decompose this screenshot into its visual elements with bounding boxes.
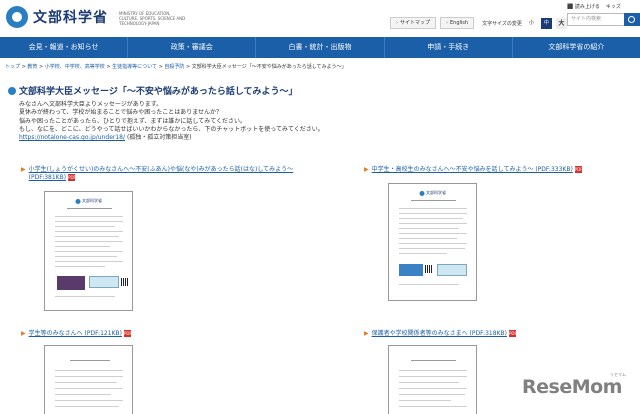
breadcrumb-current: 文部科学大臣メッセージ「～不安や悩みがあったら話してみよう～」 — [191, 64, 347, 70]
chatbot-link-note: (孤独・孤立対策担当室) — [126, 134, 192, 142]
intro-line: もし、なにを、どこに、どうやって話せばいいかわからなかったら、下のチャットボット… — [19, 125, 324, 133]
read-aloud-link[interactable]: ⬛ 読み上げる — [567, 3, 600, 10]
breadcrumb-guidance[interactable]: 生徒指導等について — [112, 64, 157, 70]
logo-subtitle: MINISTRY OF EDUCATION, CULTURE, SPORTS, … — [119, 11, 186, 26]
pdf-icon: PDF — [574, 166, 583, 173]
breadcrumb-top[interactable]: トップ — [5, 64, 20, 70]
logo-mark-icon — [6, 6, 28, 28]
pdf-icon: PDF — [68, 173, 76, 181]
document-label: 保護者や学校関係者等のみなさまへ (PDF:318KB) — [371, 330, 507, 337]
nav-about[interactable]: 文部科学省の紹介 — [513, 37, 640, 58]
intro-link-row: https://notalone-cas.go.jp/under18/ (孤独・… — [19, 134, 439, 142]
english-button[interactable]: › English — [440, 17, 475, 29]
intro-line: 悩みや困ったことがあったら、ひとりで抱えず、まずは誰かに話してみてください。 — [19, 117, 247, 125]
font-size-large-button[interactable]: 大 — [555, 17, 567, 29]
intro-line: 夏休みが終わって、学校が始まることで悩みや困ったことはありませんか？ — [19, 109, 223, 117]
thumbnail-logo: 文部科学省 — [75, 198, 102, 204]
document-link-parents[interactable]: ▶ 保護者や学校関係者等のみなさまへ (PDF:318KB) PDF — [364, 330, 634, 338]
search-input[interactable]: サイト内検索 — [567, 13, 625, 26]
nav-whitepaper[interactable]: 白書・統計・出版物 — [256, 37, 385, 58]
nav-policy[interactable]: 政策・審議会 — [128, 37, 257, 58]
arrow-right-icon: › — [396, 20, 398, 26]
search-button[interactable] — [624, 13, 640, 26]
logo-text: 文部科学省 — [33, 10, 108, 26]
document-link-students[interactable]: ▶ 学生等のみなさんへ (PDF:121KB) PDF — [21, 330, 241, 338]
pdf-icon: PDF — [123, 330, 132, 337]
document-link-elementary[interactable]: ▶ 小学生(しょうがくせい)のみなさんへ～不安(ふあん)や悩(なや)みがあったら… — [21, 166, 321, 181]
triangle-bullet-icon: ▶ — [364, 330, 369, 337]
chatbot-link[interactable]: https://notalone-cas.go.jp/under18/ — [19, 134, 125, 141]
document-thumbnail-parents[interactable] — [388, 345, 477, 414]
global-nav: 会見・報道・お知らせ 政策・審議会 白書・統計・出版物 申請・手続き 文部科学省… — [0, 37, 640, 58]
sitemap-button[interactable]: › サイトマップ — [390, 17, 437, 29]
document-thumbnail-elementary[interactable]: 文部科学省 — [44, 191, 133, 311]
document-thumbnail-students[interactable] — [44, 345, 133, 414]
pdf-icon: PDF — [508, 330, 517, 337]
english-label: English — [450, 20, 469, 26]
arrow-right-icon: › — [446, 20, 449, 26]
breadcrumb-suicide-prevention[interactable]: 自殺予防 — [164, 64, 184, 70]
nav-press[interactable]: 会見・報道・お知らせ — [0, 37, 129, 58]
header-links: › サイトマップ › English 文字サイズの変更 小 中 大 — [390, 17, 567, 29]
font-size-label: 文字サイズの変更 — [482, 20, 522, 27]
sitemap-label: サイトマップ — [400, 20, 431, 26]
top-links: ⬛ 読み上げる キッズ — [567, 3, 621, 10]
site-header: 文部科学省 MINISTRY OF EDUCATION, CULTURE, SP… — [0, 0, 640, 37]
document-thumbnail-junior-senior[interactable]: 文部科学省 — [388, 183, 477, 301]
font-size-medium-button[interactable]: 中 — [540, 17, 552, 29]
nav-application[interactable]: 申請・手続き — [385, 37, 513, 58]
thumbnail-logo: 文部科学省 — [419, 190, 446, 196]
intro-text: みなさんへ文部科学大臣よりメッセージがあります。 夏休みが終わって、学校が始まる… — [19, 101, 439, 142]
triangle-bullet-icon: ▶ — [364, 166, 369, 173]
triangle-bullet-icon: ▶ — [21, 166, 26, 173]
document-label: 学生等のみなさんへ (PDF:121KB) — [28, 330, 122, 337]
document-label: 中学生・高校生のみなさんへ～不安や悩みを話してみよう～ (PDF:333KB) — [371, 166, 573, 173]
site-logo[interactable]: 文部科学省 — [6, 6, 108, 28]
document-link-junior-senior[interactable]: ▶ 中学生・高校生のみなさんへ～不安や悩みを話してみよう～ (PDF:333KB… — [364, 166, 634, 174]
font-size-small-button[interactable]: 小 — [526, 18, 537, 29]
page-title: 文部科学大臣メッセージ「～不安や悩みがあったら話してみよう～」 — [19, 87, 298, 97]
title-bullet-icon — [8, 87, 16, 95]
kids-link[interactable]: キッズ — [606, 3, 621, 10]
breadcrumb-education[interactable]: 教育 — [27, 64, 37, 70]
breadcrumb: トップ > 教育 > 小学校、中学校、高等学校 > 生徒指導等について > 自殺… — [5, 64, 347, 70]
triangle-bullet-icon: ▶ — [21, 330, 26, 337]
breadcrumb-schools[interactable]: 小学校、中学校、高等学校 — [45, 64, 105, 70]
resemom-watermark: ReseMom — [522, 376, 622, 398]
